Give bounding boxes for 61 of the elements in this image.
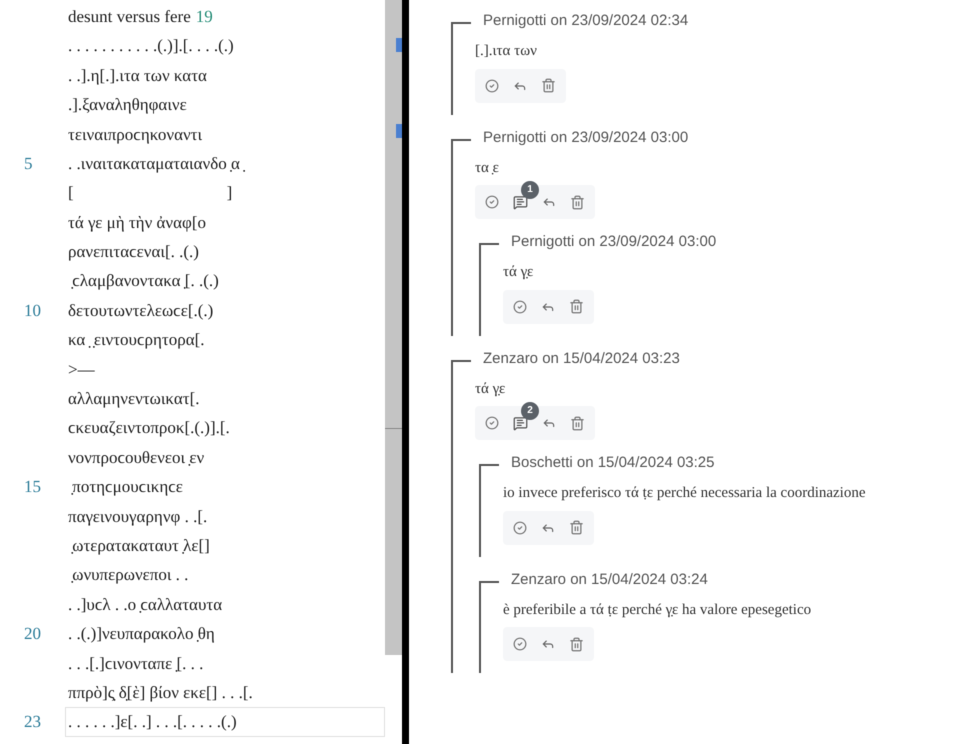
- manuscript-line: . . . . . . . . . . .(.)].[. . . .(.): [68, 35, 234, 58]
- manuscript-line: δετουτωντελεωϲε[.(.): [68, 300, 214, 322]
- line-number: 20: [24, 624, 41, 643]
- replies-icon[interactable]: [513, 416, 528, 430]
- line-number: 23: [24, 712, 41, 732]
- manuscript-line: . .]υϲλ . .ο ̣ϲαλλαταυτα: [68, 594, 222, 616]
- manuscript-line: τά γε μὴ τὴν ἀναφ[ο: [68, 212, 206, 234]
- comment-text: τα ̣ε: [475, 158, 500, 178]
- comment-text: τά γ̣ε: [475, 380, 506, 398]
- reply-count-badge: 1: [521, 180, 539, 198]
- search-hit-marker: [396, 38, 402, 52]
- manuscript-line: αλλαμηνεντωικατ[.: [68, 388, 200, 410]
- delete-icon[interactable]: [541, 78, 556, 93]
- resolve-icon[interactable]: [513, 300, 527, 314]
- line-number: 5: [24, 154, 32, 173]
- reply-count-badge: 2: [521, 402, 539, 420]
- manuscript-line: . .].η[.].ιτα των κατα: [68, 64, 207, 87]
- comment-header: Pernigotti on 23/09/2024 02:34: [482, 11, 690, 31]
- manuscript-line: ϲκευαζειντοπροκ[.(.)].[.: [68, 417, 230, 440]
- manuscript-line: τειναιπροϲηκοναντι: [68, 124, 202, 146]
- manuscript-line: . .(.)]νευπαρακολο ̣θη: [68, 623, 215, 646]
- comment-header: Pernigotti on 23/09/2024 03:00: [482, 128, 690, 148]
- delete-icon[interactable]: [569, 636, 584, 652]
- manuscript-line: παγεινουγαρηνφ . .[.: [68, 506, 208, 528]
- manuscript-line: ̣ωτερατακαταυτ ̣λε[]: [68, 534, 210, 557]
- replies-icon[interactable]: [513, 194, 528, 210]
- delete-icon[interactable]: [570, 194, 585, 210]
- manuscript-line: νονπροϲουθενεοι ̣εν: [68, 446, 204, 469]
- comment-header: Pernigotti on 23/09/2024 03:00: [510, 232, 718, 252]
- line-number: 15: [24, 476, 41, 496]
- resolve-icon[interactable]: [513, 637, 527, 651]
- delete-icon[interactable]: [569, 299, 584, 314]
- manuscript-line: ̣ωνυπερωνεποι . .: [68, 564, 188, 586]
- manuscript-line: . . .[.]ϲινονταπε ̣[. . .: [68, 652, 204, 675]
- manuscript-line: .].ξαναληθηφαινε: [68, 94, 187, 116]
- manuscript-line: ππρὸ]ς̣ δ̣[ὲ] βίον εκε[] . . .[.: [68, 682, 253, 704]
- manuscript-line: ρανεπιταϲεναι[. .(.): [68, 241, 199, 264]
- search-hit-marker: [396, 124, 402, 138]
- comment-text: [.].ιτα των: [475, 42, 538, 61]
- comment-text: τά γ̣ε: [503, 263, 534, 282]
- manuscript-line: ̣ποτηϲμουϲικηϲε: [68, 476, 183, 498]
- resolve-icon[interactable]: [485, 195, 499, 209]
- delete-icon[interactable]: [569, 520, 584, 535]
- line-number: 10: [24, 300, 41, 320]
- manuscript-line: . .ιναιτακαταματαιανδο ̣α ̣: [68, 152, 244, 175]
- comment-header: Zenzaro on 15/04/2024 03:23: [482, 348, 681, 368]
- manuscript-line: ̣ϲλαμβανοντακα ̣[. .(.): [68, 270, 219, 292]
- manuscript-line: desunt versus fere: [68, 6, 191, 28]
- manuscript-line: >—: [68, 358, 95, 381]
- manuscript-line: κα ̣ ̣ειντουϲρητορα[.: [68, 329, 205, 352]
- manuscript-line: . . . . . .]ε[. .] . . .[. . . . .(.): [68, 711, 237, 734]
- verse-count: 19: [196, 6, 213, 28]
- resolve-icon[interactable]: [485, 78, 499, 92]
- delete-icon[interactable]: [570, 416, 585, 430]
- comment-header: Zenzaro on 15/04/2024 03:24: [510, 570, 709, 590]
- comment-header: Boschetti on 15/04/2024 03:25: [510, 453, 716, 473]
- comment-text: è preferibile a τά ṭε perché γ̣ε ha valore epesegetico: [503, 600, 812, 620]
- comment-text: io invece preferisco τά ṭε perché necessaria la coordinazione: [503, 484, 867, 503]
- resolve-icon[interactable]: [513, 520, 527, 534]
- resolve-icon[interactable]: [485, 416, 499, 430]
- manuscript-line: [ ]: [68, 182, 232, 204]
